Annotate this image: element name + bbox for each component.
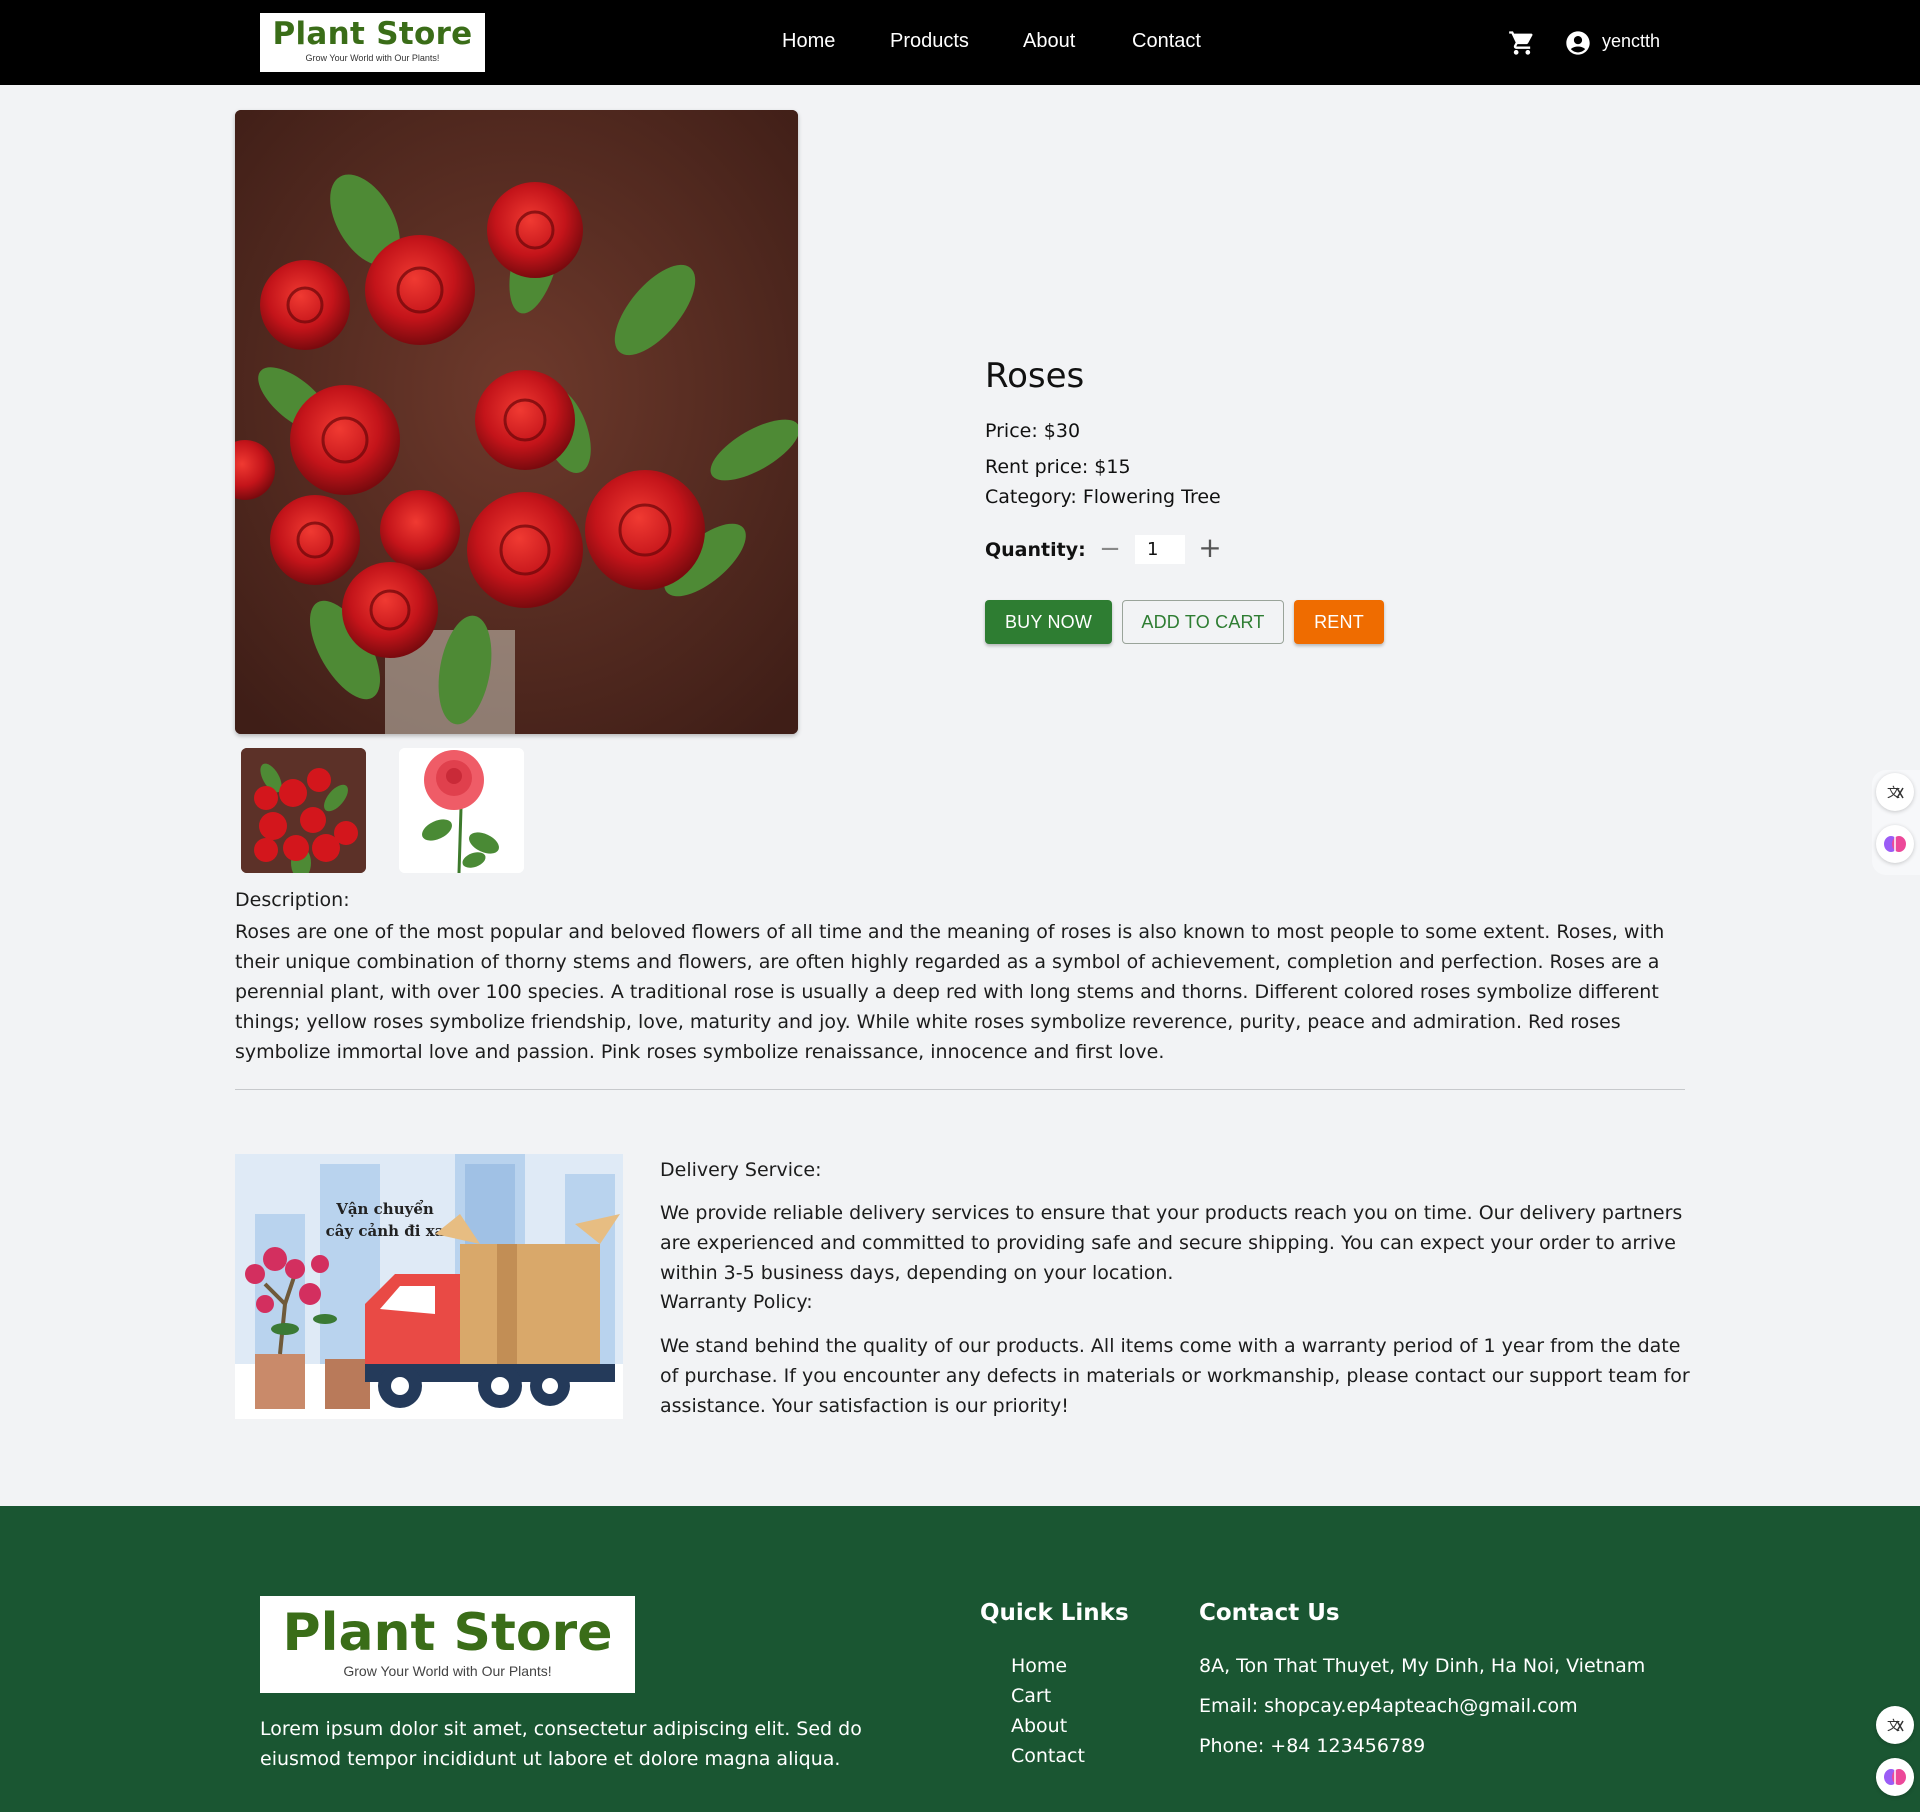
contact-address: 8A, Ton That Thuyet, My Dinh, Ha Noi, Vi… bbox=[1199, 1655, 1646, 1677]
cart-icon[interactable] bbox=[1508, 29, 1536, 57]
nav-home[interactable]: Home bbox=[782, 30, 835, 53]
delivery-image-caption-2: cây cảnh đi xa bbox=[326, 1222, 445, 1240]
buy-now-button[interactable]: BUY NOW bbox=[985, 600, 1112, 644]
red-roses-thumbnail-image bbox=[241, 748, 366, 873]
delivery-truck-illustration: Vận chuyển cây cảnh đi xa bbox=[235, 1154, 623, 1419]
product-category: Category: Flowering Tree bbox=[985, 486, 1221, 508]
product-thumbnail-2[interactable] bbox=[399, 748, 524, 873]
delivery-image-caption-1: Vận chuyển bbox=[335, 1200, 434, 1218]
minus-icon[interactable]: − bbox=[1098, 535, 1122, 563]
product-thumbnail-1[interactable] bbox=[241, 748, 366, 873]
delivery-image: Vận chuyển cây cảnh đi xa bbox=[235, 1154, 623, 1419]
footer-logo-tagline: Grow Your World with Our Plants! bbox=[343, 1663, 552, 1679]
footer-link-home[interactable]: Home bbox=[1011, 1655, 1067, 1677]
footer-link-cart[interactable]: Cart bbox=[1011, 1685, 1051, 1707]
product-name: Roses bbox=[985, 356, 1085, 396]
warranty-label: Warranty Policy: bbox=[660, 1291, 813, 1313]
description-label: Description: bbox=[235, 889, 350, 911]
footer-logo[interactable]: Plant Store Grow Your World with Our Pla… bbox=[260, 1596, 635, 1693]
quantity-input[interactable] bbox=[1135, 535, 1185, 564]
roses-bouquet-image bbox=[235, 110, 798, 734]
product-main-image bbox=[235, 110, 798, 734]
footer-description: Lorem ipsum dolor sit amet, consectetur … bbox=[260, 1718, 862, 1770]
quantity-label: Quantity: bbox=[985, 539, 1086, 561]
svg-text:文: 文 bbox=[1887, 786, 1900, 801]
add-to-cart-button[interactable]: ADD TO CART bbox=[1122, 600, 1284, 644]
rent-button[interactable]: RENT bbox=[1294, 600, 1384, 644]
footer-link-about[interactable]: About bbox=[1011, 1715, 1067, 1737]
logo-title: Plant Store bbox=[272, 16, 473, 52]
user-account-icon[interactable] bbox=[1564, 29, 1592, 57]
quick-links-heading: Quick Links bbox=[980, 1600, 1129, 1626]
translate-icon[interactable]: 文 bbox=[1876, 1706, 1914, 1744]
logo-tagline: Grow Your World with Our Plants! bbox=[305, 53, 440, 63]
product-price: Price: $30 bbox=[985, 420, 1081, 442]
product-rent-price: Rent price: $15 bbox=[985, 456, 1131, 478]
svg-text:文: 文 bbox=[1887, 1719, 1900, 1734]
description-text: Roses are one of the most popular and be… bbox=[235, 921, 1665, 1063]
nav-about[interactable]: About bbox=[1023, 30, 1075, 53]
pink-rose-thumbnail-image bbox=[399, 748, 524, 873]
contact-phone: Phone: +84 123456789 bbox=[1199, 1735, 1426, 1757]
footer-link-contact[interactable]: Contact bbox=[1011, 1745, 1085, 1767]
nav-contact[interactable]: Contact bbox=[1132, 30, 1201, 53]
plus-icon[interactable]: + bbox=[1197, 533, 1223, 563]
delivery-label: Delivery Service: bbox=[660, 1159, 822, 1181]
footer-logo-title: Plant Store bbox=[282, 1603, 613, 1663]
brain-icon[interactable] bbox=[1876, 825, 1914, 863]
contact-email: Email: shopcay.ep4apteach@gmail.com bbox=[1199, 1695, 1578, 1717]
translate-icon[interactable]: 文 bbox=[1876, 773, 1914, 811]
store-logo[interactable]: Plant Store Grow Your World with Our Pla… bbox=[260, 13, 485, 72]
top-navbar: Plant Store Grow Your World with Our Pla… bbox=[0, 0, 1920, 85]
username[interactable]: yenctth bbox=[1602, 31, 1660, 52]
brain-icon[interactable] bbox=[1876, 1758, 1914, 1796]
delivery-text: We provide reliable delivery services to… bbox=[660, 1202, 1683, 1284]
warranty-text: We stand behind the quality of our produ… bbox=[660, 1335, 1690, 1417]
contact-heading: Contact Us bbox=[1199, 1600, 1340, 1626]
nav-products[interactable]: Products bbox=[890, 30, 969, 53]
footer: Plant Store Grow Your World with Our Pla… bbox=[0, 1506, 1920, 1812]
section-divider bbox=[235, 1089, 1685, 1090]
